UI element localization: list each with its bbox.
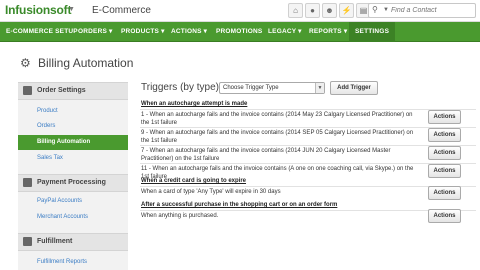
trigger-row: 1 - When an autocharge fails and the inv… bbox=[140, 109, 476, 127]
actions-button[interactable]: Actions bbox=[428, 209, 461, 223]
sidebar-item-product[interactable]: Product bbox=[18, 104, 128, 119]
trigger-row: When anything is purchased. bbox=[140, 210, 476, 226]
settings-sidebar: Order Settings Product Orders Billing Au… bbox=[18, 82, 128, 270]
group-title-purchase: After a successful purchase in the shopp… bbox=[141, 202, 338, 208]
trigger-description: 9 - When an autocharge fails and the inv… bbox=[141, 130, 414, 144]
sidebar-item-fulfillment-reports[interactable]: Fulfillment Reports bbox=[18, 255, 128, 270]
triggers-panel: Triggers (by type) Choose Trigger Type ▼… bbox=[140, 81, 476, 270]
actions-button[interactable]: Actions bbox=[428, 128, 461, 142]
nav-products[interactable]: PRODUCTS ▾ bbox=[121, 22, 165, 42]
sidebar-section-title: Order Settings bbox=[37, 87, 86, 94]
nav-legacy[interactable]: LEGACY ▾ bbox=[268, 22, 302, 42]
document-icon bbox=[23, 86, 32, 95]
nav-promotions[interactable]: PROMOTIONS bbox=[216, 22, 262, 42]
sidebar-item-orders[interactable]: Orders bbox=[18, 119, 128, 134]
infusionsoft-logo[interactable]: Infusionsoft bbox=[5, 3, 71, 17]
sidebar-item-billing-automation[interactable]: Billing Automation bbox=[18, 135, 128, 150]
nav-settings[interactable]: SETTINGS bbox=[349, 22, 396, 42]
credit-card-icon bbox=[23, 178, 32, 187]
nav-reports[interactable]: REPORTS ▾ bbox=[309, 22, 347, 42]
nav-ecommerce-setup[interactable]: E-COMMERCE SETUP bbox=[6, 22, 78, 42]
actions-button[interactable]: Actions bbox=[428, 186, 461, 200]
gear-icon: ⚙ bbox=[20, 56, 31, 70]
group-title-autocharge: When an autocharge attempt is made bbox=[141, 101, 248, 107]
lightning-icon[interactable]: ⚡ bbox=[339, 3, 354, 18]
sidebar-section-order-settings: Order Settings bbox=[18, 82, 128, 100]
sidebar-section-title: Payment Processing bbox=[37, 179, 106, 186]
trigger-row: 9 - When an autocharge fails and the inv… bbox=[140, 127, 476, 145]
sidebar-section-fulfillment: Fulfillment bbox=[18, 233, 128, 251]
nav-orders[interactable]: ORDERS ▾ bbox=[78, 22, 112, 42]
search-icon: ⚲ bbox=[372, 5, 378, 14]
trigger-description: 7 - When an autocharge fails and the inv… bbox=[141, 148, 391, 162]
app-title: E-Commerce bbox=[92, 5, 151, 16]
sidebar-item-paypal-accounts[interactable]: PayPal Accounts bbox=[18, 194, 128, 209]
chevron-down-icon[interactable]: ▼ bbox=[315, 83, 324, 93]
trigger-description: When anything is purchased. bbox=[141, 213, 219, 219]
contact-search[interactable]: ⚲ ▼ bbox=[368, 3, 476, 18]
page-title-row: ⚙ Billing Automation bbox=[0, 42, 480, 82]
group-title-card-expire: When a credit card is going to expire bbox=[141, 178, 247, 184]
top-header: Infusionsoft ▼ E-Commerce ⌂ ● ☻ ⚡ ▤ ⊞ ? … bbox=[0, 0, 480, 22]
main-nav: E-COMMERCE SETUP ORDERS ▾ PRODUCTS ▾ ACT… bbox=[0, 22, 480, 42]
sidebar-section-payment-processing: Payment Processing bbox=[18, 174, 128, 192]
chevron-down-icon[interactable]: ▼ bbox=[68, 6, 75, 13]
select-value: Choose Trigger Type bbox=[223, 85, 279, 91]
person-icon[interactable]: ☻ bbox=[322, 3, 337, 18]
sidebar-item-merchant-accounts[interactable]: Merchant Accounts bbox=[18, 210, 128, 225]
trigger-row: When a card of type 'Any Type' will expi… bbox=[140, 186, 476, 202]
trigger-description: 1 - When an autocharge fails and the inv… bbox=[141, 112, 413, 126]
sidebar-section-title: Fulfillment bbox=[37, 238, 73, 245]
actions-button[interactable]: Actions bbox=[428, 146, 461, 160]
trigger-row: 7 - When an autocharge fails and the inv… bbox=[140, 145, 476, 163]
actions-button[interactable]: Actions bbox=[428, 164, 461, 178]
home-icon[interactable]: ⌂ bbox=[288, 3, 303, 18]
globe-icon[interactable]: ● bbox=[305, 3, 320, 18]
trigger-type-select[interactable]: Choose Trigger Type ▼ bbox=[219, 82, 325, 94]
trigger-description: When a card of type 'Any Type' will expi… bbox=[141, 189, 281, 195]
add-trigger-button[interactable]: Add Trigger bbox=[330, 81, 378, 95]
search-input[interactable] bbox=[391, 5, 475, 16]
nav-actions[interactable]: ACTIONS ▾ bbox=[171, 22, 207, 42]
box-icon bbox=[23, 237, 32, 246]
actions-button[interactable]: Actions bbox=[428, 110, 461, 124]
page-title: Billing Automation bbox=[38, 56, 134, 70]
triggers-heading: Triggers (by type) bbox=[141, 82, 219, 93]
chevron-down-icon[interactable]: ▼ bbox=[383, 7, 389, 13]
sidebar-item-sales-tax[interactable]: Sales Tax bbox=[18, 151, 128, 166]
